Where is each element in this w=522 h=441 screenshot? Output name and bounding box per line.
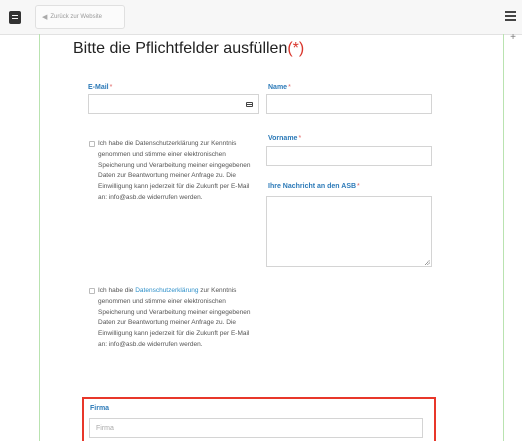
consent-checkbox-1: Ich habe die Datenschutzerklärung zur Ke… xyxy=(89,139,257,239)
firma-placeholder: Firma xyxy=(96,425,114,432)
consent-text-2-before: Ich habe die xyxy=(98,287,136,294)
consent-checkbox-2-box[interactable] xyxy=(89,288,95,294)
back-to-website-button[interactable]: ◀ Zurück zur Website xyxy=(35,5,125,29)
back-to-website-label: Zurück zur Website xyxy=(50,14,102,20)
consent-text-2: Ich habe die Datenschutzerklärung zur Ke… xyxy=(98,286,258,351)
contact-card-icon xyxy=(246,102,253,107)
message-label-text: Ihre Nachricht an den ASB xyxy=(268,183,357,190)
top-toolbar: ◀ Zurück zur Website xyxy=(0,0,522,35)
right-guide-line xyxy=(503,34,504,441)
email-label-text: E-Mail xyxy=(88,84,109,91)
required-star: * xyxy=(288,84,291,91)
name-label: Name* xyxy=(268,84,291,91)
required-star: * xyxy=(109,84,113,91)
firma-field[interactable]: Firma xyxy=(89,418,423,438)
privacy-policy-link[interactable]: Datenschutzerklärung xyxy=(135,287,198,294)
firma-label: Firma xyxy=(90,405,110,412)
required-star: * xyxy=(357,183,360,190)
page-title-text: Bitte die Pflichtfelder ausfüllen xyxy=(73,40,288,57)
consent-text-2-after: zur Kenntnis genommen und stimme einer e… xyxy=(98,287,251,348)
message-textarea[interactable] xyxy=(266,196,432,267)
vorname-label: Vorname* xyxy=(268,135,301,142)
message-label: Ihre Nachricht an den ASB* xyxy=(268,183,360,190)
name-field[interactable] xyxy=(266,94,432,114)
hamburger-menu-icon[interactable] xyxy=(505,11,516,21)
vorname-field[interactable] xyxy=(266,146,432,166)
consent-text-1: Ich habe die Datenschutzerklärung zur Ke… xyxy=(98,140,251,201)
vorname-label-text: Vorname xyxy=(268,135,298,142)
menu-bar xyxy=(505,19,516,21)
left-guide-line xyxy=(39,34,40,441)
email-label: E-Mail* xyxy=(88,84,112,91)
consent-checkbox-1-box[interactable] xyxy=(89,141,95,147)
resize-handle-icon[interactable] xyxy=(425,260,430,265)
arrow-left-icon: ◀ xyxy=(42,14,48,21)
plus-icon[interactable]: + xyxy=(510,33,516,43)
required-star: * xyxy=(298,135,302,142)
page-title: Bitte die Pflichtfelder ausfüllen(*) xyxy=(73,40,304,58)
required-marker: (*) xyxy=(287,40,305,57)
document-glyph xyxy=(9,10,21,24)
menu-bar xyxy=(505,11,516,13)
email-field[interactable] xyxy=(88,94,259,114)
consent-checkbox-2: Ich habe die Datenschutzerklärung zur Ke… xyxy=(89,286,257,386)
name-label-text: Name xyxy=(268,84,288,91)
document-icon[interactable] xyxy=(4,6,26,28)
menu-bar xyxy=(505,15,516,17)
